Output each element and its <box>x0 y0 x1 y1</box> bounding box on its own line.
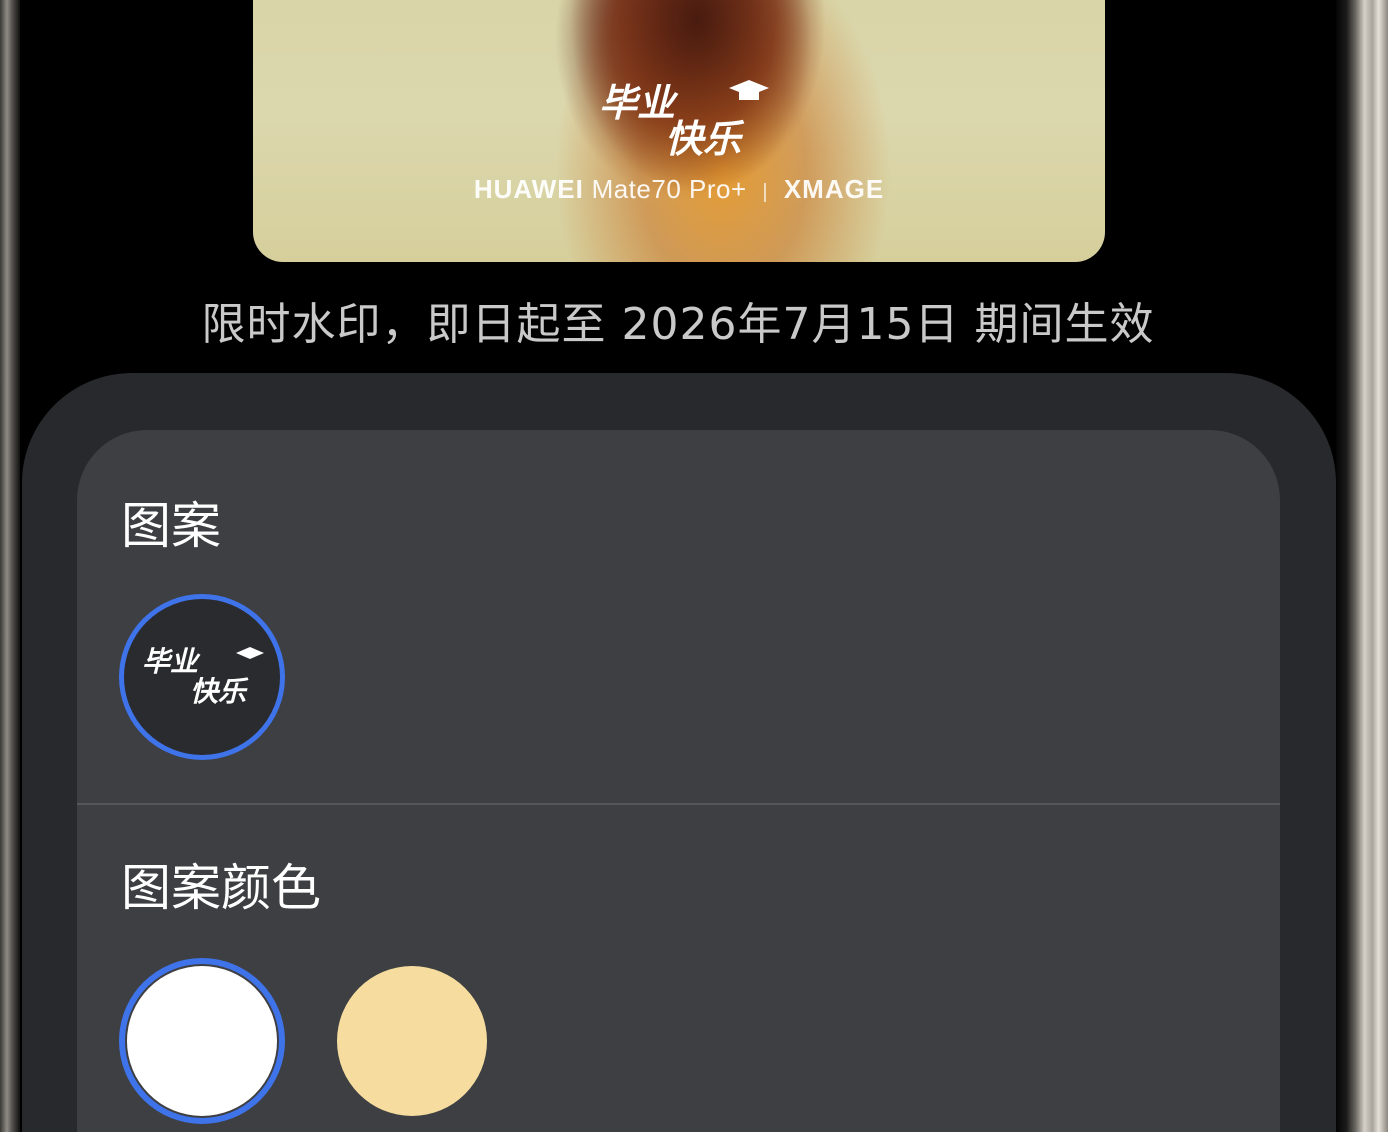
brand-name: HUAWEI <box>473 174 584 204</box>
pattern-section-title: 图案 <box>121 497 221 555</box>
brand-sub: XMAGE <box>783 174 885 204</box>
watermark-preview-image: 毕业 快乐 HUAWEI Mate70 Pro+ | XMAGE <box>253 0 1105 262</box>
settings-card: 图案 毕业 快乐 图案颜色 <box>77 430 1280 1132</box>
color-option-gold[interactable] <box>337 966 487 1116</box>
color-swatch-white <box>127 966 277 1116</box>
pattern-color-section-title: 图案颜色 <box>121 859 321 917</box>
section-divider <box>77 803 1280 805</box>
screen: 毕业 快乐 HUAWEI Mate70 Pro+ | XMAGE 限时水印，即日… <box>20 0 1336 1132</box>
graduation-pattern-icon: 毕业 快乐 <box>142 645 264 708</box>
device: 毕业 快乐 HUAWEI Mate70 Pro+ | XMAGE 限时水印，即日… <box>0 0 1388 1132</box>
svg-text:快乐: 快乐 <box>190 675 249 708</box>
graduation-logo-icon: 毕业 快乐 <box>599 80 769 161</box>
svg-text:毕业: 毕业 <box>142 645 201 678</box>
watermark-validity-notice: 限时水印，即日起至 2026年7月15日 期间生效 <box>201 299 1155 350</box>
pattern-option-graduation[interactable]: 毕业 快乐 <box>119 594 285 760</box>
color-option-white[interactable] <box>119 958 285 1124</box>
preview-brand-line: HUAWEI Mate70 Pro+ | XMAGE <box>253 174 1105 205</box>
brand-model: Mate70 Pro+ <box>591 174 747 204</box>
phone-frame-left <box>0 0 20 1132</box>
phone-frame-right <box>1336 0 1388 1132</box>
brand-separator: | <box>762 181 769 203</box>
svg-text:快乐: 快乐 <box>665 117 745 161</box>
